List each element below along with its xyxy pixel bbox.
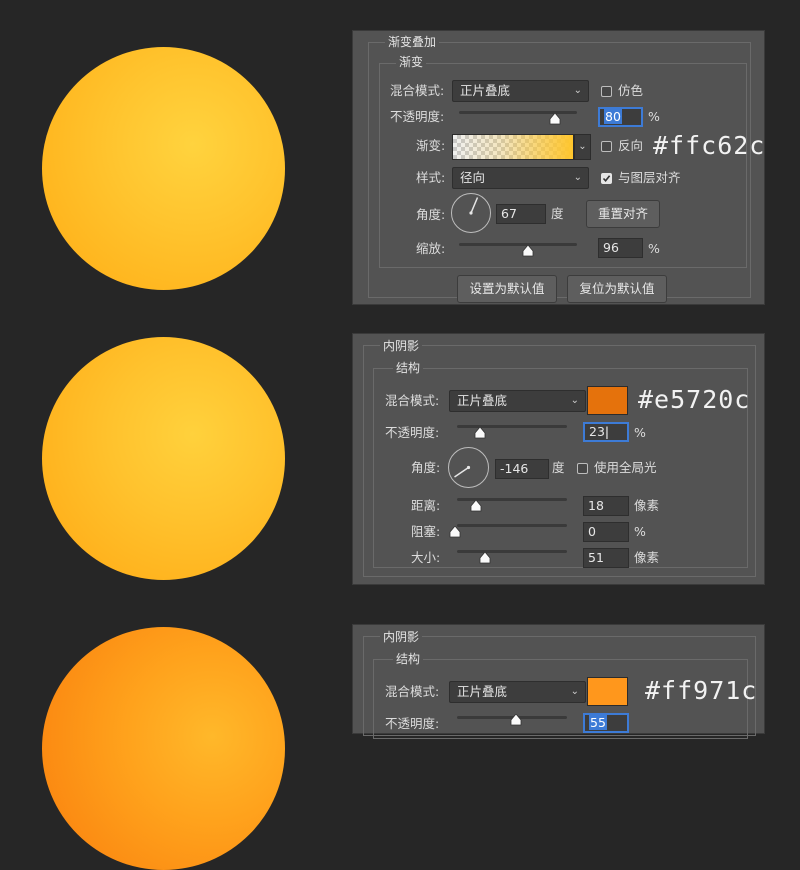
distance-slider-thumb[interactable] — [470, 500, 482, 512]
scale-slider-track[interactable] — [459, 243, 577, 246]
pixel-unit: 像素 — [634, 498, 660, 513]
structure-group-title: 结构 — [393, 652, 424, 666]
inner-shadow-title: 内阴影 — [380, 630, 423, 644]
degree-unit: 度 — [551, 206, 564, 221]
reverse-label: 反向 — [618, 138, 644, 153]
inner-shadow-panel: 内阴影 结构 混合模式: 正片叠底 ⌄ #e5720c 不透明度: 23| % … — [352, 333, 765, 585]
blend-mode-label: 混合模式: — [385, 684, 440, 699]
chevron-down-icon: ⌄ — [578, 141, 587, 152]
gradient-dropdown-button[interactable]: ⌄ — [574, 134, 591, 160]
dither-label: 仿色 — [618, 83, 644, 98]
angle-dial[interactable] — [451, 193, 491, 233]
opacity-slider-thumb[interactable] — [510, 714, 522, 726]
shadow-color-hex: #ff971c — [645, 676, 758, 705]
opacity-input[interactable]: 80 — [598, 107, 643, 127]
opacity-value: 23 — [589, 424, 605, 439]
use-global-light-label: 使用全局光 — [594, 460, 657, 475]
angle-dial-needle-icon — [454, 465, 471, 478]
style-label: 样式: — [416, 170, 446, 185]
choke-value: 0 — [588, 524, 596, 539]
opacity-label: 不透明度: — [390, 109, 445, 124]
preview-sphere-inner-shadow — [42, 337, 285, 580]
distance-input[interactable]: 18 — [583, 496, 629, 516]
use-global-light-checkbox[interactable] — [577, 463, 588, 474]
blend-mode-label: 混合模式: — [390, 83, 445, 98]
choke-slider-track[interactable] — [457, 524, 567, 527]
scale-label: 缩放: — [416, 241, 446, 256]
size-label: 大小: — [411, 550, 441, 565]
angle-dial[interactable] — [448, 447, 489, 488]
scale-slider-thumb[interactable] — [522, 245, 534, 257]
percent-unit: % — [648, 109, 660, 124]
chevron-down-icon: ⌄ — [570, 395, 579, 406]
degree-unit: 度 — [552, 460, 565, 475]
opacity-slider-thumb[interactable] — [474, 427, 486, 439]
blend-mode-value: 正片叠底 — [460, 83, 511, 98]
opacity-label: 不透明度: — [385, 425, 440, 440]
chevron-down-icon: ⌄ — [573, 85, 582, 96]
reverse-checkbox[interactable] — [601, 141, 612, 152]
opacity-input[interactable]: 23| — [583, 422, 629, 442]
scale-input[interactable]: 96 — [598, 238, 643, 258]
reset-alignment-button[interactable]: 重置对齐 — [586, 200, 660, 228]
angle-label: 角度: — [416, 207, 446, 222]
size-input[interactable]: 51 — [583, 548, 629, 568]
blend-mode-select[interactable]: 正片叠底 ⌄ — [449, 390, 586, 412]
set-as-default-button[interactable]: 设置为默认值 — [457, 275, 557, 303]
blend-mode-value: 正片叠底 — [457, 393, 508, 408]
pixel-unit: 像素 — [634, 550, 660, 565]
dither-checkbox[interactable] — [601, 86, 612, 97]
blend-mode-value: 正片叠底 — [457, 684, 508, 699]
gradient-picker[interactable] — [452, 134, 574, 160]
shadow-color-swatch[interactable] — [587, 677, 628, 706]
angle-value: -146 — [500, 461, 529, 476]
shadow-color-hex: #e5720c — [638, 385, 751, 414]
chevron-down-icon: ⌄ — [570, 686, 579, 697]
reset-to-default-button[interactable]: 复位为默认值 — [567, 275, 667, 303]
distance-label: 距离: — [411, 498, 441, 513]
angle-value: 67 — [501, 206, 517, 221]
size-value: 51 — [588, 550, 604, 565]
inner-shadow-title: 内阴影 — [380, 339, 423, 353]
angle-dial-needle-icon — [469, 197, 479, 215]
blend-mode-select[interactable]: 正片叠底 ⌄ — [452, 80, 589, 102]
percent-unit: % — [648, 241, 660, 256]
scale-value: 96 — [603, 240, 619, 255]
align-with-layer-checkbox[interactable] — [601, 173, 612, 184]
structure-group-title: 结构 — [393, 361, 424, 375]
size-slider-track[interactable] — [457, 550, 567, 553]
gradient-color-hex: #ffc62c — [653, 131, 766, 160]
angle-input[interactable]: 67 — [496, 204, 546, 224]
preview-sphere-gradient-overlay — [42, 47, 285, 290]
choke-slider-thumb[interactable] — [449, 526, 461, 538]
distance-value: 18 — [588, 498, 604, 513]
percent-unit: % — [634, 524, 646, 539]
opacity-value: 55 — [589, 715, 607, 730]
shadow-color-swatch[interactable] — [587, 386, 628, 415]
choke-input[interactable]: 0 — [583, 522, 629, 542]
angle-label: 角度: — [411, 460, 441, 475]
opacity-input[interactable]: 55 — [583, 713, 629, 733]
preview-sphere-inner-shadow-2 — [42, 627, 285, 870]
gradient-overlay-title: 渐变叠加 — [385, 35, 440, 49]
style-select[interactable]: 径向 ⌄ — [452, 167, 589, 189]
gradient-label: 渐变: — [416, 138, 446, 153]
opacity-label: 不透明度: — [385, 716, 440, 731]
inner-shadow-panel-2: 内阴影 结构 混合模式: 正片叠底 ⌄ #ff971c 不透明度: 55 — [352, 624, 765, 739]
opacity-slider-thumb[interactable] — [549, 113, 561, 125]
gradient-overlay-panel: 渐变叠加 渐变 混合模式: 正片叠底 ⌄ 仿色 不透明度: 80 % 渐变: ⌄… — [352, 30, 765, 305]
blend-mode-label: 混合模式: — [385, 393, 440, 408]
choke-label: 阻塞: — [411, 524, 441, 539]
style-value: 径向 — [460, 170, 486, 185]
align-with-layer-label: 与图层对齐 — [618, 170, 681, 185]
size-slider-thumb[interactable] — [479, 552, 491, 564]
chevron-down-icon: ⌄ — [573, 172, 582, 183]
blend-mode-select[interactable]: 正片叠底 ⌄ — [449, 681, 586, 703]
angle-input[interactable]: -146 — [495, 459, 549, 479]
gradient-group-title: 渐变 — [396, 55, 427, 69]
percent-unit: % — [634, 425, 646, 440]
checkmark-icon — [602, 175, 611, 183]
opacity-value: 80 — [604, 109, 622, 124]
